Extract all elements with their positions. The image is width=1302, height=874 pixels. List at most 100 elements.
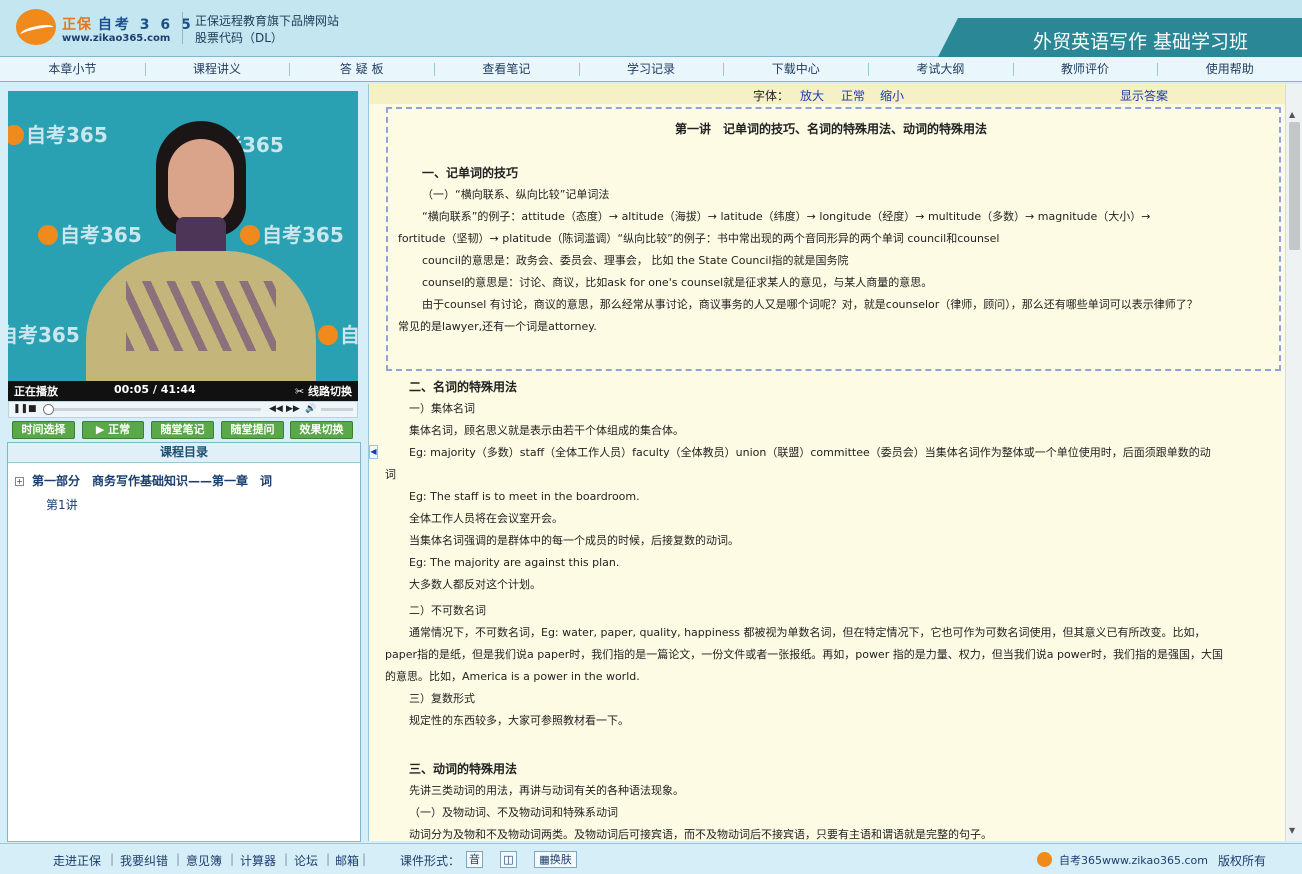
volume-slider[interactable]: [321, 408, 353, 411]
lecture-content: 字体： 放大 正常 缩小 显示答案 ◀ 第一讲 记单词的技巧、名词的特殊用法、动…: [368, 84, 1302, 841]
video-player[interactable]: 自考365 自考365 自考365 自考365 自考365 自考365: [8, 91, 358, 381]
logo-brand-cn: 正保: [62, 17, 92, 33]
brand-tagline: 正保远程教育旗下品牌网站: [195, 14, 340, 28]
paragraph-line: 的意思。比如，America is a power in the world.: [385, 670, 640, 683]
header-divider: [182, 12, 183, 44]
switch-line-icon: ✂: [294, 385, 305, 398]
paragraph-line: 由于counsel 有讨论，商议的意思，那么经常从事讨论，商议事务的人又是哪个词…: [422, 298, 1198, 311]
course-catalog: 课程目录 + 第一部分 商务写作基础知识——第一章 词 第1讲: [7, 442, 361, 842]
nav-view-notes[interactable]: 查看笔记: [434, 57, 579, 81]
progress-track[interactable]: [45, 408, 261, 411]
paragraph-line: Eg: The majority are against this plan.: [409, 556, 620, 569]
section-heading: 二、名词的特殊用法: [409, 380, 518, 394]
show-answer-link[interactable]: 显示答案: [1120, 87, 1168, 104]
font-enlarge-link[interactable]: 放大: [800, 87, 824, 104]
nav-lecture-notes[interactable]: 课程讲义: [144, 57, 290, 81]
effect-switch-button[interactable]: 效果切换: [290, 421, 353, 439]
paragraph-line: fortitude（坚韧）→ platitude（陈词滥调）“纵向比较”的例子：…: [398, 232, 1000, 245]
font-normal-link[interactable]: 正常: [841, 87, 865, 104]
scroll-thumb[interactable]: [1289, 122, 1300, 250]
audio-format-button[interactable]: 音: [466, 851, 483, 868]
expand-icon[interactable]: +: [15, 477, 24, 486]
paragraph-line: 大多数人都反对这个计划。: [409, 578, 541, 591]
skin-icon: ▦: [539, 853, 550, 866]
paragraph-line: 全体工作人员将在会议室开会。: [409, 512, 563, 525]
footer: 走进正保 | 我要纠错 | 意见簿 | 计算器 | 论坛 | 邮箱 | 课件形式…: [0, 843, 1302, 874]
video-watermark: 自考365: [8, 323, 80, 347]
video-watermark: 自考365: [318, 319, 358, 348]
footer-link-mail[interactable]: 邮箱: [335, 852, 359, 869]
nav-chapter-summary[interactable]: 本章小节: [0, 57, 145, 81]
stop-icon[interactable]: ■: [28, 404, 37, 415]
footer-link-report-error[interactable]: 我要纠错: [120, 852, 168, 869]
play-time: 00:05 / 41:44: [114, 383, 196, 396]
time-select-button[interactable]: 时间选择: [12, 421, 75, 439]
skin-label: 换肤: [549, 853, 572, 866]
stock-code: 股票代码（DL）: [195, 31, 283, 45]
footer-link-calculator[interactable]: 计算器: [240, 852, 276, 869]
catalog-header: 课程目录: [8, 443, 360, 463]
logo-brand-kao: 自考 3 6 5: [97, 17, 194, 33]
normal-speed-button[interactable]: ▶ 正常: [82, 421, 144, 439]
course-banner: 外贸英语写作 基础学习班: [938, 18, 1302, 57]
nav-qa-board[interactable]: 答 疑 板: [289, 57, 434, 81]
ask-question-button[interactable]: 随堂提问: [221, 421, 284, 439]
footer-link-forum[interactable]: 论坛: [294, 852, 318, 869]
switch-line-label: 线路切换: [308, 385, 352, 398]
content-scrollbar[interactable]: ▲ ▼: [1285, 84, 1302, 841]
lecture-title: 第一讲 记单词的技巧、名词的特殊用法、动词的特殊用法: [675, 122, 988, 136]
font-shrink-link[interactable]: 缩小: [880, 87, 904, 104]
progress-slider[interactable]: [43, 404, 54, 415]
subsection-heading: （一）及物动词、不及物动词和特殊系动词: [409, 806, 618, 819]
paragraph-line: Eg: The staff is to meet in the boardroo…: [409, 490, 640, 503]
notes-button[interactable]: 随堂笔记: [151, 421, 214, 439]
paragraph-line: Eg: majority（多数）staff（全体工作人员）faculty（全体教…: [409, 446, 1211, 459]
footer-link-feedback[interactable]: 意见簿: [186, 852, 222, 869]
section-heading: 三、动词的特殊用法: [409, 762, 518, 776]
layout-format-button[interactable]: ◫: [500, 851, 517, 868]
nav-download-center[interactable]: 下载中心: [723, 57, 868, 81]
paragraph-line: “横向联系”的例子：attitude（态度）→ altitude（海拔）→ la…: [422, 210, 1151, 223]
font-bar: 字体： 放大 正常 缩小 显示答案: [369, 84, 1285, 104]
paragraph-line: 词: [385, 468, 396, 481]
scroll-up-icon[interactable]: ▲: [1289, 110, 1295, 119]
paragraph-line: counsel的意思是：讨论、商议，比如ask for one's counse…: [422, 276, 933, 289]
paragraph-line: 集体名词，顾名思义就是表示由若干个体组成的集合体。: [409, 424, 684, 437]
section-heading: 一、记单词的技巧: [422, 166, 519, 180]
subsection-heading: 二）不可数名词: [409, 604, 486, 617]
nav-study-record[interactable]: 学习记录: [578, 57, 724, 81]
video-status-bar: 正在播放 00:05 / 41:44 ✂ 线路切换: [8, 381, 358, 401]
paragraph-line: 动词分为及物和不及物动词两类。及物动词后可接宾语，而不及物动词后不接宾语，只要有…: [409, 828, 992, 841]
logo-brand: 正保 自考 3 6 5: [62, 14, 194, 34]
pause-icon[interactable]: ❚❚: [13, 404, 28, 415]
player-button-row: 时间选择 ▶ 正常 随堂笔记 随堂提问 效果切换: [8, 421, 358, 439]
subsection-heading: （一）“横向联系、纵向比较”记单词法: [422, 188, 610, 201]
play-status: 正在播放: [14, 385, 58, 398]
collapse-sidebar-icon[interactable]: ◀: [369, 445, 378, 459]
forward-icon[interactable]: ▶▶: [286, 404, 300, 415]
logo-url: www.zikao365.com: [62, 33, 171, 44]
paragraph-line: 当集体名词强调的是群体中的每一个成员的时候，后接复数的动词。: [409, 534, 739, 547]
font-label: 字体：: [753, 89, 790, 103]
subsection-heading: 一）集体名词: [409, 402, 475, 415]
nav-help[interactable]: 使用帮助: [1157, 57, 1302, 81]
catalog-lesson-item[interactable]: 第1讲: [46, 496, 78, 513]
layout-icon: ◫: [503, 853, 514, 866]
nav-exam-outline[interactable]: 考试大纲: [868, 57, 1013, 81]
nav-teacher-review[interactable]: 教师评价: [1012, 57, 1158, 81]
footer-site[interactable]: 自考365www.zikao365.com: [1059, 852, 1208, 868]
switch-line-button[interactable]: ✂ 线路切换: [295, 383, 352, 399]
paragraph-line: 规定性的东西较多，大家可参照教材看一下。: [409, 714, 629, 727]
catalog-part-label: 第一部分 商务写作基础知识——第一章 词: [32, 474, 273, 488]
scroll-down-icon[interactable]: ▼: [1289, 826, 1295, 835]
volume-icon[interactable]: 🔊: [305, 404, 316, 415]
skin-button[interactable]: ▦换肤: [534, 851, 577, 868]
rewind-icon[interactable]: ◀◀: [269, 404, 283, 415]
paragraph-line: 先讲三类动词的用法，再讲与动词有关的各种语法现象。: [409, 784, 684, 797]
copyright: 版权所有: [1218, 854, 1267, 868]
footer-link-about[interactable]: 走进正保: [53, 852, 101, 869]
header: 正保 自考 3 6 5 www.zikao365.com 正保远程教育旗下品牌网…: [0, 0, 1302, 57]
paragraph-line: council的意思是：政务会、委员会、理事会， 比如 the State Co…: [422, 254, 849, 267]
course-title: 外贸英语写作 基础学习班: [1032, 31, 1248, 53]
catalog-part-item[interactable]: + 第一部分 商务写作基础知识——第一章 词: [15, 472, 272, 489]
